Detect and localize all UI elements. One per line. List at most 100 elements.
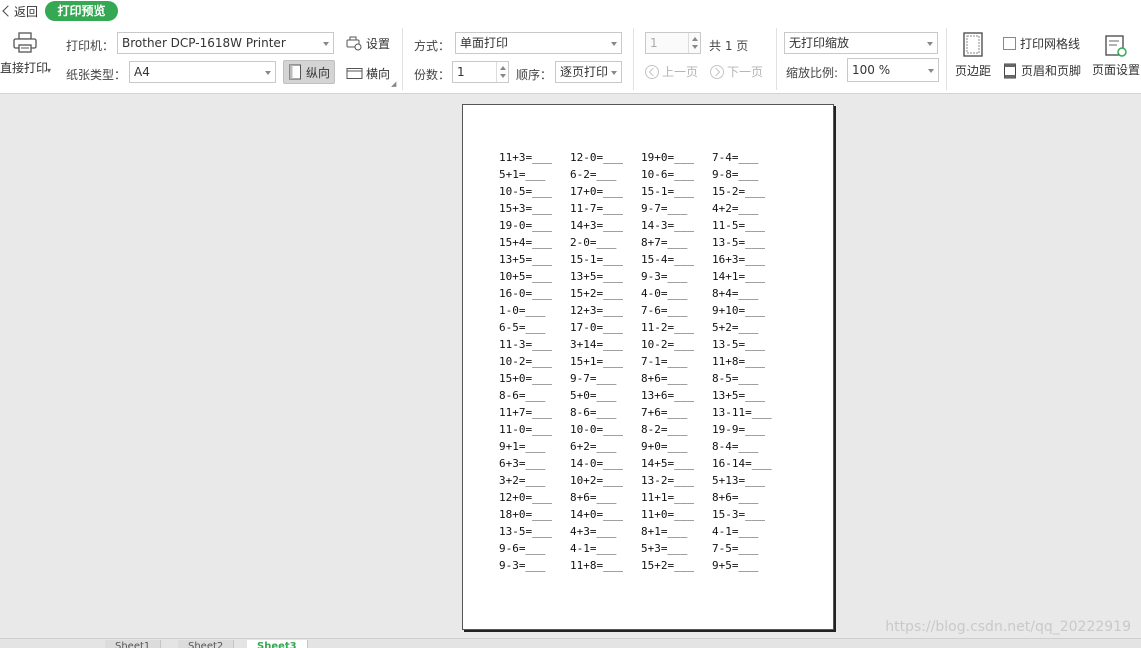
page-number-stepper[interactable]: 1 [645,32,701,54]
header-footer-label: 页眉和页脚 [1021,64,1082,78]
equation-item: 7-6=___ [641,304,688,317]
landscape-page-icon [346,68,363,79]
equation-item: 6-2=___ [570,168,617,181]
next-page-button[interactable]: 下一页 [710,63,763,80]
watermark: https://blog.csdn.net/qq_20222919 [885,619,1131,635]
direct-print-label: 直接打印 [0,61,49,75]
stepper-arrows-icon[interactable] [496,62,508,82]
equation-item: 17-0=___ [570,321,623,334]
equation-item: 9-8=___ [712,168,759,181]
margins-button[interactable]: 页边距 [955,32,991,79]
scale-mode-select[interactable]: 无打印缩放 [784,32,938,54]
equation-item: 5+0=___ [570,389,617,402]
worksheet-column: 19+0=___ 10-6=___ 15-1=___ 9-7=___ 14-3=___ 8… [641,149,694,574]
equation-item: 10+2=___ [570,474,623,487]
equation-item: 16-14=___ [712,457,772,470]
print-ribbon: 直接打印 ▾ 打印机： Brother DCP-1618W Printer 纸张… [0,22,1141,94]
equation-item: 7-4=___ [712,151,759,164]
top-bar: 返回 打印预览 [0,0,1141,22]
equation-item: 8+6=___ [641,372,688,385]
equation-item: 9-7=___ [641,202,688,215]
equation-item: 11-2=___ [641,321,694,334]
equation-item: 9-3=___ [641,270,688,283]
arrow-left-circle-icon [645,64,659,79]
equation-item: 9-7=___ [570,372,617,385]
equation-item: 13-2=___ [641,474,694,487]
equation-item: 11-0=___ [499,423,552,436]
printer-settings-button[interactable]: 设置 [346,35,390,52]
chevron-down-icon [927,42,933,46]
equation-item: 5+1=___ [499,168,546,181]
equation-item: 14+5=___ [641,457,694,470]
equation-item: 14-3=___ [641,219,694,232]
print-gridlines-checkbox[interactable]: 打印网格线 [1003,35,1080,52]
scale-ratio-label: 缩放比例: [786,66,839,80]
equation-item: 4-1=___ [712,525,759,538]
equation-item: 10-6=___ [641,168,694,181]
equation-item: 8-4=___ [712,440,759,453]
equation-item: 15+2=___ [570,287,623,300]
page-number-value: 1 [650,36,658,50]
back-button[interactable]: 返回 [0,3,38,19]
arrow-right-circle-icon [710,64,724,79]
equation-item: 15+1=___ [570,355,623,368]
equation-item: 5+3=___ [641,542,688,555]
equation-item: 8-5=___ [712,372,759,385]
paper-type-select[interactable]: A4 [129,61,276,83]
divider [633,28,634,90]
portrait-page-icon [289,64,301,80]
chevron-down-icon [928,69,934,73]
stepper-arrows-icon[interactable] [688,33,700,53]
equation-item: 5+2=___ [712,321,759,334]
equation-item: 19-0=___ [499,219,552,232]
expand-dialog-icon[interactable]: ◢ [391,80,396,88]
equation-item: 13+5=___ [499,253,552,266]
equation-item: 13-5=___ [499,525,552,538]
printer-label: 打印机： [66,39,115,53]
equation-item: 10+5=___ [499,270,552,283]
equation-item: 9-3=___ [499,559,546,572]
worksheet-column: 12-0=___ 6-2=___ 17+0=___ 11-7=___ 14+3=___ 2… [570,149,623,574]
page-setup-label: 页面设置 [1092,63,1141,77]
copies-stepper[interactable]: 1 [452,61,509,83]
equation-item: 4-0=___ [641,287,688,300]
print-order-select[interactable]: 逐页打印 [555,61,622,83]
page-setup-button[interactable]: 页面设置 [1092,34,1140,78]
direct-print-dropdown-icon[interactable]: ▾ [47,66,51,75]
sheet-tab-active[interactable]: Sheet3 [247,640,308,648]
print-mode-select[interactable]: 单面打印 [455,32,622,54]
equation-item: 11+1=___ [641,491,694,504]
print-preview-tab[interactable]: 打印预览 [45,1,118,21]
equation-item: 4-1=___ [570,542,617,555]
direct-print-button[interactable]: 直接打印 [0,32,48,76]
portrait-button[interactable]: 纵向 [283,60,335,84]
previous-page-button[interactable]: 上一页 [645,63,698,80]
equation-item: 16+3=___ [712,253,765,266]
divider [946,28,947,90]
landscape-button[interactable]: 横向 [346,65,390,82]
equation-item: 6-5=___ [499,321,546,334]
equation-item: 16-0=___ [499,287,552,300]
chevron-down-icon [323,42,329,46]
header-footer-button[interactable]: 页眉和页脚 [1003,62,1081,79]
equation-item: 10-0=___ [570,423,623,436]
equation-item: 13+5=___ [570,270,623,283]
portrait-label: 纵向 [306,65,331,80]
printer-select[interactable]: Brother DCP-1618W Printer [117,32,334,54]
margins-icon [963,32,983,57]
equation-item: 8+1=___ [641,525,688,538]
equation-item: 8-2=___ [641,423,688,436]
worksheet-column: 7-4=___ 9-8=___ 15-2=___ 4+2=___ 11-5=___ 13-… [712,149,772,574]
order-label: 顺序： [516,68,553,82]
equation-item: 12+0=___ [499,491,552,504]
checkbox-unchecked-icon [1003,37,1016,50]
preview-canvas[interactable]: 11+3=___ 5+1=___ 10-5=___ 15+3=___ 19-0=___ 1… [0,95,1141,638]
printer-settings-icon [346,36,362,51]
sheet-tab[interactable]: Sheet1 [105,640,162,648]
scale-ratio-select[interactable]: 100 % [847,58,939,82]
sheet-tab[interactable]: Sheet2 [178,640,235,648]
print-mode-value: 单面打印 [460,36,509,50]
equation-item: 12+3=___ [570,304,623,317]
scale-ratio-value: 100 % [852,63,891,77]
worksheet-column: 11+3=___ 5+1=___ 10-5=___ 15+3=___ 19-0=___ 1… [499,149,552,574]
